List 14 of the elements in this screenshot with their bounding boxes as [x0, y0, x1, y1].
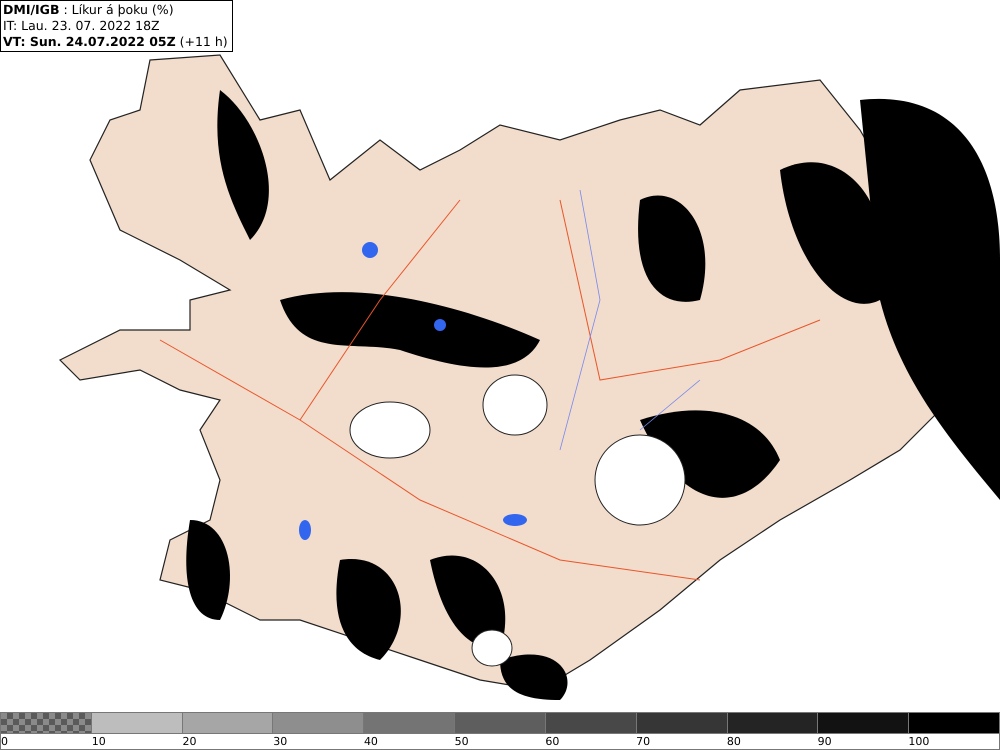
legend-label: 20 — [182, 734, 196, 750]
issue-time: IT: Lau. 23. 07. 2022 18Z — [3, 18, 161, 34]
legend-label: 70 — [636, 734, 650, 750]
legend-label: 100 — [908, 734, 930, 750]
legend-label: 90 — [818, 734, 832, 750]
legend-label: 30 — [273, 734, 288, 750]
map-title: DMI/IGB : Líkur á þoku (%) — [3, 2, 175, 18]
legend-label: 50 — [454, 734, 469, 750]
valid-time: VT: Sun. 24.07.2022 05Z (+11 h) — [3, 34, 228, 50]
legend-label: 10 — [92, 734, 106, 750]
legend-label: 60 — [545, 734, 560, 750]
legend-label: 80 — [726, 734, 741, 750]
legend-label: 40 — [364, 734, 378, 750]
legend-label: 0 — [1, 734, 8, 750]
